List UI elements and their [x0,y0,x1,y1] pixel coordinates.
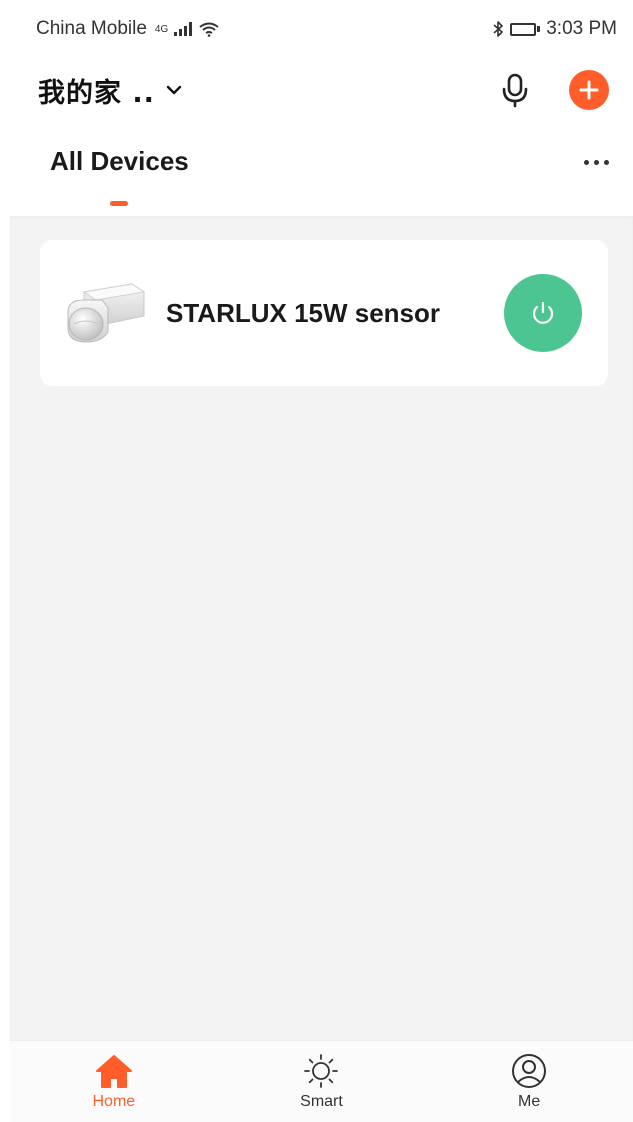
device-list[interactable]: STARLUX 15W sensor [10,216,633,1040]
user-icon [512,1053,547,1088]
nav-label-me: Me [518,1092,541,1110]
chevron-down-icon [166,85,182,95]
tab-all-devices[interactable]: All Devices [50,146,189,206]
header: 我的家 .. [0,58,633,122]
sun-icon [304,1053,339,1088]
nav-label-smart: Smart [300,1092,343,1110]
wifi-icon [199,22,219,37]
motion-sensor-image [67,283,146,343]
status-bar: China Mobile 4G 3:03 PM [0,0,633,58]
power-toggle-button[interactable] [504,274,582,352]
plus-icon [579,80,599,100]
nav-label-home: Home [92,1092,136,1110]
power-icon [532,301,554,324]
more-horizontal-icon [584,160,589,165]
home-title: 我的家 .. [38,77,155,109]
carrier-name: China Mobile [36,18,147,39]
more-options-button[interactable] [584,146,609,165]
nav-smart[interactable]: Smart [261,1053,381,1111]
status-left: China Mobile 4G [36,18,220,40]
signal-icon [174,22,193,36]
device-card[interactable]: STARLUX 15W sensor [40,240,608,386]
room-tabs: All Devices [0,146,633,216]
bluetooth-icon [493,21,504,37]
home-selector[interactable]: 我的家 .. [38,71,183,110]
network-type: 4G [154,23,169,35]
device-name: STARLUX 15W sensor [166,297,441,328]
nav-home[interactable]: Home [54,1053,174,1111]
nav-me[interactable]: Me [469,1053,589,1111]
home-icon [95,1054,132,1088]
battery-icon [510,22,541,36]
bottom-nav: Home Smart Me [10,1040,633,1122]
voice-button[interactable] [501,72,529,108]
status-time: 3:03 PM [546,18,617,39]
header-actions [501,70,609,110]
tab-label: All Devices [50,146,189,176]
add-device-button[interactable] [569,70,609,110]
tab-active-indicator [110,201,129,206]
status-right: 3:03 PM [492,18,617,40]
microphone-icon [502,73,528,108]
